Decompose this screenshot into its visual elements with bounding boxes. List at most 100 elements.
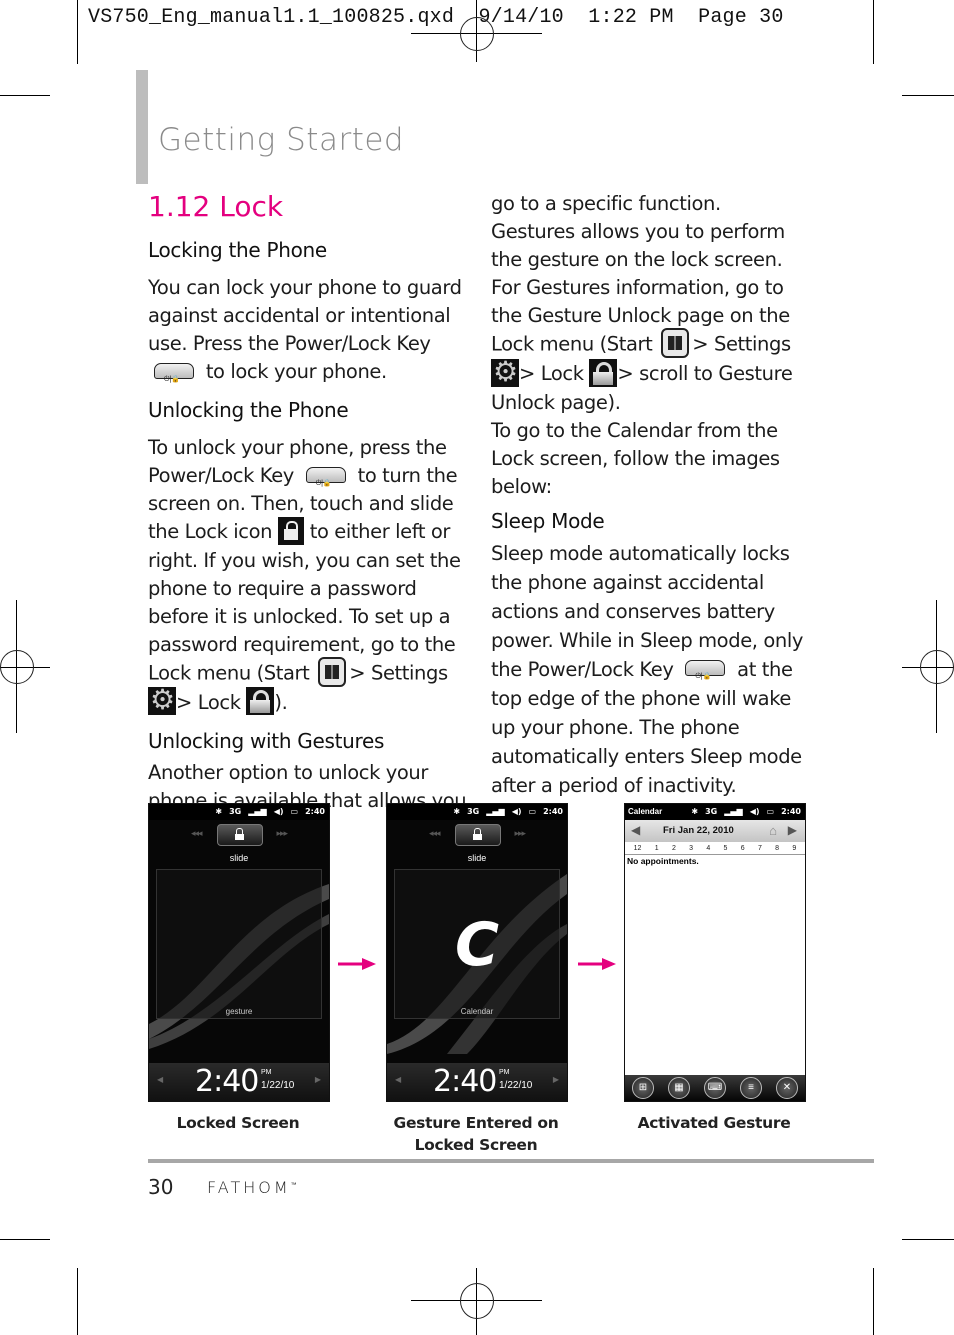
start-button-icon[interactable]: ⊞ [632, 1077, 654, 1099]
clock-bar: ◀ 2:40 PM 1/22/10 ▶ [149, 1063, 329, 1101]
hour-label: 9 [792, 844, 797, 852]
footer-rule [148, 1159, 874, 1163]
bluetooth-icon: ✱ [691, 807, 699, 816]
screenshot-gesture-entered: ✱ 3G ▂▄▆ ◀) ▭ 2:40 ◂◂◂ ▸▸▸ slide C Calen… [386, 803, 568, 1102]
crop-mark [902, 95, 954, 96]
hour-label: 3 [689, 844, 694, 852]
power-lock-key-icon [154, 362, 194, 393]
clock-date: 1/22/10 [261, 1080, 295, 1091]
month-view-icon[interactable]: ▦ [668, 1077, 690, 1099]
crop-mark [0, 95, 50, 96]
left-column: Locking the Phone You can lock your phon… [148, 236, 468, 843]
hour-label: 1 [654, 844, 659, 852]
prev-day-icon[interactable]: ◀ [631, 823, 640, 837]
hour-ruler: 12 1 2 3 4 5 6 7 8 9 [625, 842, 805, 855]
menu-icon[interactable]: ≡ [740, 1077, 762, 1099]
clock-prev-arrow[interactable]: ◀ [157, 1075, 163, 1084]
heading-sleep-mode: Sleep Mode [491, 508, 605, 533]
heading-gestures: Unlocking with Gestures [148, 729, 385, 753]
windows-start-icon [661, 328, 690, 358]
slide-label: slide [467, 853, 487, 863]
crop-mark [873, 0, 874, 64]
lock-icon [277, 516, 304, 545]
heading-unlocking: Unlocking the Phone [148, 398, 349, 422]
slide-left-arrows: ◂◂◂ [429, 828, 441, 838]
page-number: 30 [148, 1175, 174, 1199]
hour-label: 8 [775, 844, 780, 852]
bottom-toolbar: ⊞ ▦ ⌨ ≡ ✕ [625, 1075, 805, 1101]
clock-ampm: PM [261, 1069, 272, 1076]
today-icon[interactable]: ⌂ [769, 823, 777, 838]
gesture-pad-label: gesture [225, 1007, 253, 1016]
hour-label: 4 [706, 844, 711, 852]
next-day-icon[interactable]: ▶ [788, 823, 797, 837]
caption-activated-gesture: Activated Gesture [637, 1114, 791, 1132]
battery-icon: ▭ [528, 807, 537, 816]
gear-icon [491, 356, 519, 388]
right-column: go to a specific function. Gestures allo… [491, 190, 809, 800]
paragraph-sleep-mode: Sleep mode automatically locks the phone… [491, 539, 809, 800]
gesture-pad[interactable]: C Calendar [394, 869, 560, 1019]
section-bar [136, 70, 148, 184]
bluetooth-icon: ✱ [215, 807, 223, 816]
flow-arrow-icon [578, 958, 616, 970]
hour-label: 12 [633, 844, 642, 852]
volume-icon: ◀) [273, 807, 284, 816]
heading-locking: Locking the Phone [148, 238, 327, 262]
clock-next-arrow[interactable]: ▶ [315, 1075, 321, 1084]
hour-label: 2 [671, 844, 676, 852]
network-3g-icon: 3G [705, 807, 718, 816]
signal-icon: ▂▄▆ [486, 807, 505, 816]
crop-mark [902, 1239, 954, 1240]
clock-next-arrow[interactable]: ▶ [553, 1075, 559, 1084]
status-bar: ✱ 3G ▂▄▆ ◀) ▭ 2:40 [387, 804, 567, 820]
caption-locked-screen: Locked Screen [176, 1114, 300, 1132]
screenshot-calendar: Calendar ✱ 3G ▂▄▆ ◀) ▭ 2:40 ◀ Fri Jan 22… [624, 803, 806, 1102]
hour-label: 7 [757, 844, 762, 852]
clock-bar: ◀ 2:40 PM 1/22/10 ▶ [387, 1063, 567, 1101]
calendar-date: Fri Jan 22, 2010 [663, 825, 734, 836]
clock-date: 1/22/10 [499, 1080, 533, 1091]
unlock-slider[interactable] [455, 824, 501, 846]
network-3g-icon: 3G [467, 807, 480, 816]
status-time: 2:40 [543, 807, 563, 816]
clock-prev-arrow[interactable]: ◀ [395, 1075, 401, 1084]
lock-icon [473, 828, 482, 840]
slide-label: slide [229, 853, 249, 863]
paragraph-gestures-continued: go to a specific function. Gestures allo… [491, 190, 809, 501]
volume-icon: ◀) [749, 807, 760, 816]
brand-logo: FATHOM™ [207, 1178, 297, 1197]
flow-arrow-icon [338, 958, 376, 970]
slug-time: 1:22 PM [588, 6, 674, 29]
power-lock-key-icon [685, 660, 726, 691]
crop-mark [0, 1239, 50, 1240]
section-title: Getting Started [158, 122, 405, 158]
volume-icon: ◀) [511, 807, 522, 816]
keyboard-icon[interactable]: ⌨ [704, 1077, 726, 1099]
slide-left-arrows: ◂◂◂ [191, 828, 203, 838]
calendar-date-nav: ◀ Fri Jan 22, 2010 ⌂ ▶ [625, 820, 805, 842]
status-time: 2:40 [305, 807, 325, 816]
screenshot-locked-screen: ✱ 3G ▂▄▆ ◀) ▭ 2:40 ◂◂◂ ▸▸▸ slide gesture… [148, 803, 330, 1102]
network-3g-icon: 3G [229, 807, 242, 816]
caption-gesture-entered: Gesture Entered on Locked Screen [393, 1114, 559, 1154]
slug-filename: VS750_Eng_manual1.1_100825.qxd [88, 6, 455, 29]
clock-time: 2:40 [195, 1064, 259, 1099]
crop-mark [77, 0, 78, 64]
paragraph-unlocking: To unlock your phone, press the Power/Lo… [148, 434, 468, 717]
hour-label: 6 [740, 844, 745, 852]
crop-mark [873, 1268, 874, 1335]
gesture-pad[interactable]: gesture [156, 869, 322, 1019]
status-bar: Calendar ✱ 3G ▂▄▆ ◀) ▭ 2:40 [625, 804, 805, 820]
crop-mark [77, 1268, 78, 1335]
gesture-glyph: C [455, 910, 500, 980]
close-icon[interactable]: ✕ [776, 1077, 798, 1099]
lock-icon [235, 828, 244, 840]
clock-ampm: PM [499, 1069, 510, 1076]
power-lock-key-icon [305, 466, 346, 497]
padlock-icon [589, 358, 618, 387]
unlock-slider[interactable] [217, 824, 263, 846]
slide-right-arrows: ▸▸▸ [514, 828, 526, 838]
padlock-icon [246, 687, 275, 715]
bluetooth-icon: ✱ [453, 807, 461, 816]
